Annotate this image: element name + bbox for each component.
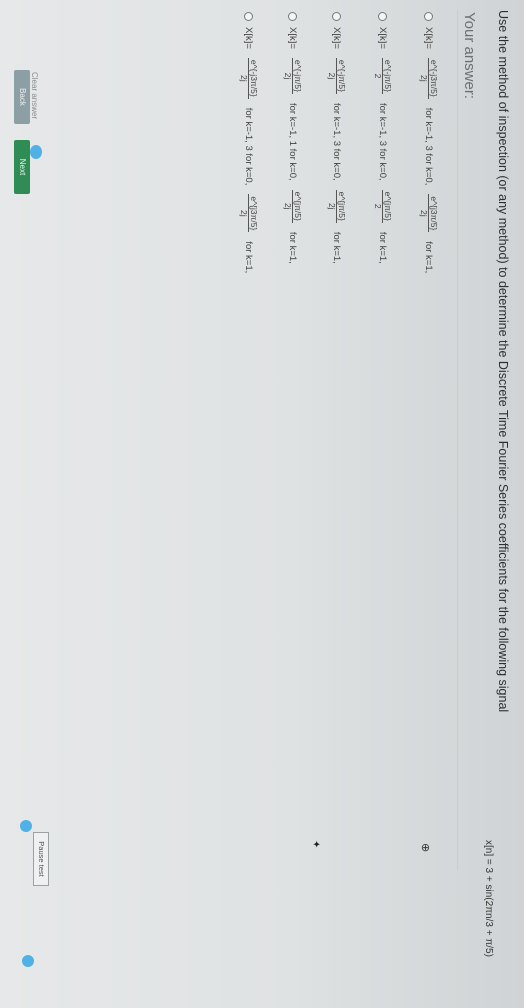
fraction-term-2: e^{j3π/5} 2j [239,194,259,233]
fraction-denominator: 2j [283,202,294,210]
fraction-term-1: e^{-jπ/5} 2j [283,57,303,94]
clear-answer-link[interactable]: Clear answer [30,72,39,119]
radio-button[interactable] [332,12,342,21]
fraction-term-1: e^{-jπ/5} 2 [373,57,393,94]
pause-test-button[interactable]: Pause test [33,832,49,886]
option-text: for k=1, [287,231,299,264]
radio-button[interactable] [288,12,298,21]
fraction-numerator: e^{jπ/5} [292,189,303,223]
option-text: for k=-1, 3 for k=0, [243,107,255,186]
fraction-denominator: 2 [373,73,384,79]
fraction-denominator: 2j [327,72,338,80]
fraction-denominator: 2j [419,210,430,217]
option-lhs: X[k]= [423,27,435,49]
fraction-denominator: 2 [373,203,384,209]
question-text: Use the method of inspection (or any met… [496,10,510,713]
fraction-denominator: 2j [239,75,250,82]
mouse-cursor-icon: ✦ [310,840,321,849]
option-text: for k=-1, 3 for k=0, [331,103,343,181]
option-text: for k=1, [423,241,435,274]
screen-photo: Use the method of inspection (or any met… [0,0,524,1008]
option-text: for k=-1, 3 for k=0, [377,103,389,181]
your-answer-heading: Your answer: [461,12,478,99]
fraction-term-1: e^{-j3π/5} 2j [239,57,259,99]
fraction-denominator: 2j [327,202,338,210]
option-text: for k=-1, 3 for k=0, [423,107,435,186]
radio-button[interactable] [244,12,254,21]
fraction-numerator: e^{jπ/5} [336,189,347,223]
next-button[interactable]: Next [14,140,30,194]
fraction-numerator: e^{-j3π/5} [428,57,439,99]
fraction-term-2: e^{jπ/5} 2 [373,189,393,223]
option-text: for k=-1, 1 for k=0, [287,103,299,181]
fraction-term-2: e^{jπ/5} 2j [327,189,347,223]
focus-dot [30,145,42,159]
fraction-denominator: 2j [419,75,430,82]
option-lhs: X[k]= [243,27,255,49]
fraction-term-2: e^{jπ/5} 2j [283,189,303,223]
radio-button[interactable] [378,12,388,21]
focus-dot [22,955,34,967]
focus-dot [20,820,32,832]
fraction-term-1: e^{-j3π/5} 2j [419,57,439,99]
fraction-denominator: 2j [239,210,250,217]
fraction-term-2: e^{j3π/5} 2j [419,194,439,233]
fraction-numerator: e^{jπ/5} [382,189,393,223]
fraction-term-1: e^{-jπ/5} 2j [327,57,347,94]
crosshair-icon: ⊕ [419,843,431,853]
signal-equation: x[n] = 3 + sin(2πn/3 + π/5) [483,840,494,957]
fraction-numerator: e^{-j3π/5} [248,57,259,99]
answer-option-1[interactable]: X[k]= e^{-j3π/5} 2j for k=-1, 3 for k=0, … [419,12,439,274]
fraction-numerator: e^{j3π/5} [428,194,439,233]
fraction-denominator: 2j [283,72,294,80]
fraction-numerator: e^{-jπ/5} [382,57,393,94]
answer-option-3[interactable]: X[k]= e^{-jπ/5} 2j for k=-1, 3 for k=0, e… [327,12,347,264]
divider [457,10,458,870]
option-lhs: X[k]= [377,27,389,49]
radio-button[interactable] [424,12,434,21]
answer-option-5[interactable]: X[k]= e^{-j3π/5} 2j for k=-1, 3 for k=0, … [239,12,259,274]
back-button[interactable]: Back [14,70,30,124]
option-text: for k=1, [377,231,389,264]
fraction-numerator: e^{-jπ/5} [336,57,347,94]
answer-option-4[interactable]: X[k]= e^{-jπ/5} 2j for k=-1, 1 for k=0, e… [283,12,303,264]
option-lhs: X[k]= [287,27,299,49]
fraction-numerator: e^{-jπ/5} [292,57,303,94]
option-lhs: X[k]= [331,27,343,49]
option-text: for k=1, [331,231,343,264]
option-text: for k=1, [243,241,255,274]
answer-option-2[interactable]: X[k]= e^{-jπ/5} 2 for k=-1, 3 for k=0, e^… [373,12,393,264]
rotated-quiz-page: Use the method of inspection (or any met… [0,0,524,1008]
fraction-numerator: e^{j3π/5} [248,194,259,233]
